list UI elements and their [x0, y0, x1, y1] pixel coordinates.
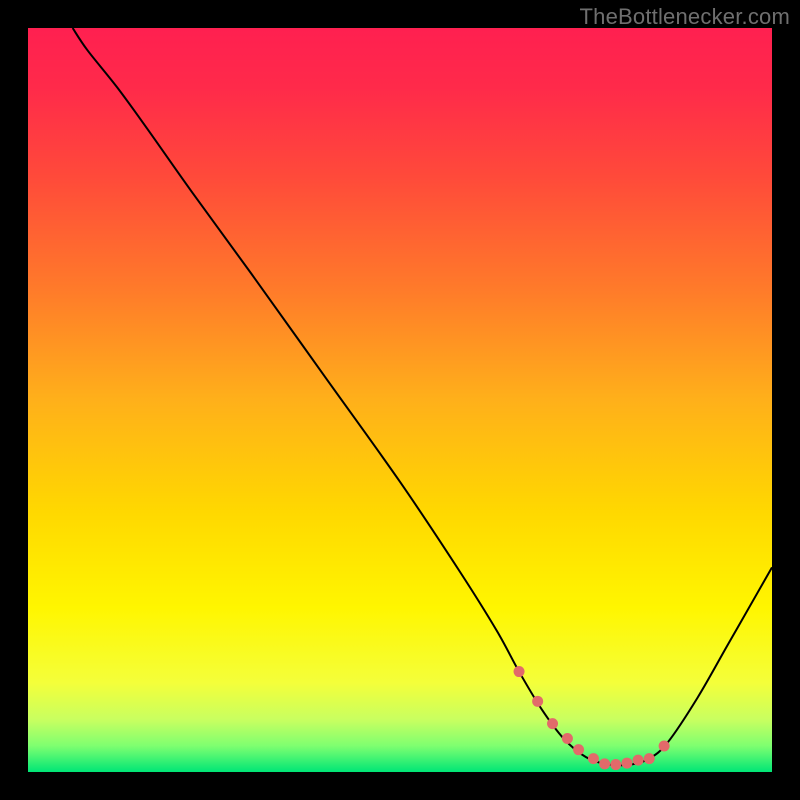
sweet-spot-point	[562, 733, 573, 744]
sweet-spot-point	[610, 759, 621, 770]
sweet-spot-point	[514, 666, 525, 677]
gradient-background	[28, 28, 772, 772]
sweet-spot-point	[644, 753, 655, 764]
sweet-spot-point	[547, 718, 558, 729]
sweet-spot-point	[633, 755, 644, 766]
watermark-text: TheBottlenecker.com	[580, 4, 790, 30]
sweet-spot-point	[599, 758, 610, 769]
sweet-spot-point	[659, 740, 670, 751]
chart-svg	[28, 28, 772, 772]
sweet-spot-point	[588, 753, 599, 764]
sweet-spot-point	[573, 744, 584, 755]
sweet-spot-point	[621, 758, 632, 769]
plot-area	[28, 28, 772, 772]
chart-frame: TheBottlenecker.com	[0, 0, 800, 800]
sweet-spot-point	[532, 696, 543, 707]
